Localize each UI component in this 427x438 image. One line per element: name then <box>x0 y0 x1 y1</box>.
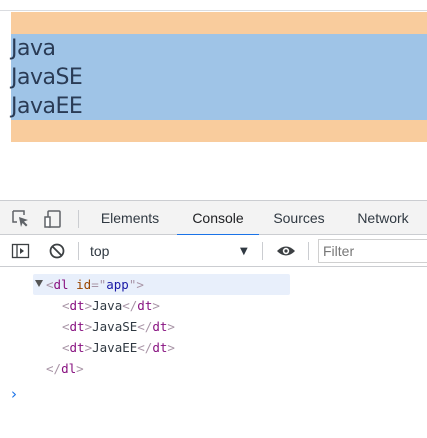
dl-open-tag[interactable]: <dl id="app"> <box>46 274 144 295</box>
tab-network[interactable]: Network <box>347 201 419 235</box>
filter-input[interactable]: Filter <box>318 239 427 263</box>
device-toolbar-icon[interactable] <box>43 209 63 229</box>
viewport-top-border <box>0 10 427 11</box>
dl-content-area: Java JavaSE JavaEE <box>11 34 427 120</box>
tab-sources[interactable]: Sources <box>266 201 332 235</box>
devtools-tabbar: Elements Console Sources Network <box>0 200 427 236</box>
expand-triangle-icon[interactable] <box>35 280 43 287</box>
console-output: <dl id="app"> <dt>Java</dt> <dt>JavaSE</… <box>0 267 427 438</box>
dt-item-javase: JavaSE <box>11 65 83 90</box>
sidebar-toggle-icon[interactable] <box>11 241 31 261</box>
dt-node-javase[interactable]: <dt>JavaSE</dt> <box>62 316 175 337</box>
clear-console-icon[interactable] <box>47 241 67 261</box>
dl-close-tag[interactable]: </dl> <box>46 358 84 379</box>
dt-node-javaee[interactable]: <dt>JavaEE</dt> <box>62 337 175 358</box>
context-selector[interactable]: top <box>90 242 250 260</box>
tab-elements[interactable]: Elements <box>92 201 168 235</box>
dt-item-javaee: JavaEE <box>11 94 83 119</box>
tabbar-separator <box>78 210 79 228</box>
console-prompt[interactable]: › <box>11 385 17 403</box>
dt-node-java[interactable]: <dt>Java</dt> <box>62 295 160 316</box>
dl-element-highlight: Java JavaSE JavaEE <box>11 12 427 142</box>
tab-console[interactable]: Console <box>177 201 259 236</box>
eye-icon[interactable] <box>276 241 296 261</box>
chevron-down-icon[interactable]: ▼ <box>240 247 248 257</box>
toolbar-separator-3 <box>308 242 309 260</box>
console-toolbar: top ▼ Filter <box>0 235 427 267</box>
toolbar-separator <box>78 242 79 260</box>
devtools-panel: Elements Console Sources Network top ▼ F… <box>0 200 427 438</box>
dt-item-java: Java <box>11 36 56 61</box>
toolbar-separator-2 <box>262 242 263 260</box>
inspect-element-icon[interactable] <box>11 209 31 229</box>
